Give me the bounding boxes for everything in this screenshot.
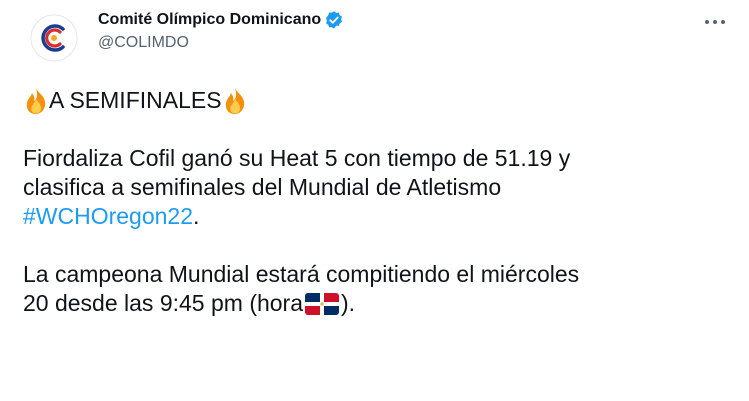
avatar[interactable] xyxy=(30,14,78,62)
dominican-republic-flag-icon xyxy=(304,291,340,317)
fire-emoji-icon xyxy=(222,87,248,115)
paragraph2-line1: La campeona Mundial estará compitiendo e… xyxy=(23,261,580,287)
headline-line: A SEMIFINALES xyxy=(23,86,738,115)
tweet-text: A SEMIFINALES Fiordaliza Cofil ganó su H… xyxy=(23,86,738,318)
verified-badge-icon xyxy=(324,10,344,30)
paragraph1-line1: Fiordaliza Cofil ganó su Heat 5 con tiem… xyxy=(23,145,571,171)
hashtag-line: #WCHOregon22. xyxy=(23,202,738,231)
more-options-icon xyxy=(705,20,725,24)
paragraph2-line2-end: ). xyxy=(341,290,356,316)
hashtag-suffix: . xyxy=(193,203,200,229)
olympic-committee-logo-icon xyxy=(30,14,78,62)
display-name-row: Comité Olímpico Dominicano xyxy=(98,9,344,31)
display-name[interactable]: Comité Olímpico Dominicano xyxy=(98,11,321,29)
more-options-button[interactable] xyxy=(697,10,733,34)
paragraph2-line2-text: 20 desde las 9:45 pm (hora xyxy=(23,290,304,316)
hashtag-link[interactable]: #WCHOregon22 xyxy=(23,202,193,231)
account-handle[interactable]: @COLIMDO xyxy=(98,34,344,52)
account-names: Comité Olímpico Dominicano @COLIMDO xyxy=(98,9,344,52)
fire-emoji-icon xyxy=(23,87,49,115)
tweet-header: Comité Olímpico Dominicano @COLIMDO xyxy=(18,8,737,64)
paragraph2-line2: 20 desde las 9:45 pm (hora ). xyxy=(23,289,738,318)
tweet: Comité Olímpico Dominicano @COLIMDO A SE… xyxy=(0,0,749,401)
paragraph1-line2: clasifica a semifinales del Mundial de A… xyxy=(23,174,502,200)
headline-text: A SEMIFINALES xyxy=(49,87,222,113)
